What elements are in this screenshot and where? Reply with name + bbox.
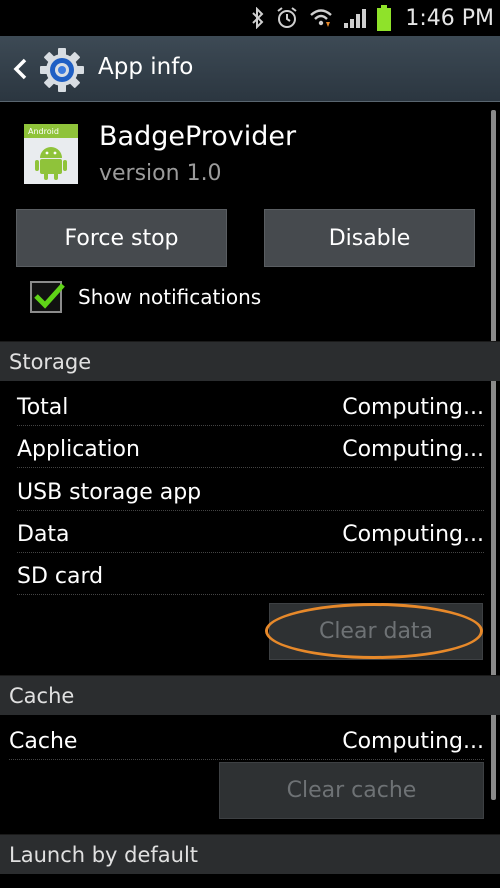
show-notifications-checkbox[interactable]: [30, 281, 65, 313]
row-label: Data: [17, 522, 72, 547]
row-value: Computing...: [340, 395, 484, 420]
app-version: version 1.0: [99, 161, 222, 186]
launch-by-default-header: Launch by default: [0, 834, 500, 874]
force-stop-button[interactable]: Force stop: [16, 209, 227, 267]
storage-row-sd-card: SD card: [17, 564, 484, 595]
row-label: Application: [17, 437, 142, 462]
row-label: Cache: [9, 729, 80, 754]
settings-gear-icon[interactable]: [38, 46, 86, 94]
disable-button[interactable]: Disable: [264, 209, 475, 267]
chevron-left-icon[interactable]: [8, 52, 32, 86]
status-bar: 1:46 PM: [0, 0, 500, 36]
action-bar: App info: [0, 36, 500, 102]
cache-row: Cache Computing...: [9, 729, 484, 760]
page-title: App info: [98, 54, 194, 80]
storage-row-usb-storage-app: USB storage app: [17, 480, 484, 511]
signal-icon: [343, 7, 367, 29]
row-label: USB storage app: [17, 480, 204, 505]
app-info-screen: 1:46 PM App info Android BadgeProvider v…: [0, 0, 500, 888]
cache-section-header: Cache: [0, 675, 500, 715]
clear-cache-button[interactable]: Clear cache: [219, 762, 484, 819]
row-label: Total: [17, 395, 71, 420]
checkmark-icon: [34, 283, 65, 309]
android-robot-icon: Android: [24, 124, 78, 184]
status-icons: 1:46 PM: [251, 0, 494, 36]
app-name: BadgeProvider: [99, 121, 297, 152]
wifi-icon: [309, 7, 333, 29]
row-value: Computing...: [340, 729, 484, 754]
alarm-icon: [275, 6, 299, 30]
app-icon-label: Android: [28, 127, 59, 136]
bluetooth-icon: [251, 7, 265, 29]
battery-icon: [377, 5, 392, 31]
storage-row-data: Data Computing...: [17, 522, 484, 553]
row-value: Computing...: [340, 437, 484, 462]
highlight-oval: [265, 603, 483, 659]
row-value: Computing...: [340, 522, 484, 547]
storage-row-total: Total Computing...: [17, 395, 484, 426]
row-label: SD card: [17, 564, 106, 589]
storage-row-application: Application Computing...: [17, 437, 484, 468]
show-notifications-label: Show notifications: [78, 285, 262, 309]
status-time: 1:46 PM: [405, 5, 494, 31]
storage-section-header: Storage: [0, 341, 500, 381]
